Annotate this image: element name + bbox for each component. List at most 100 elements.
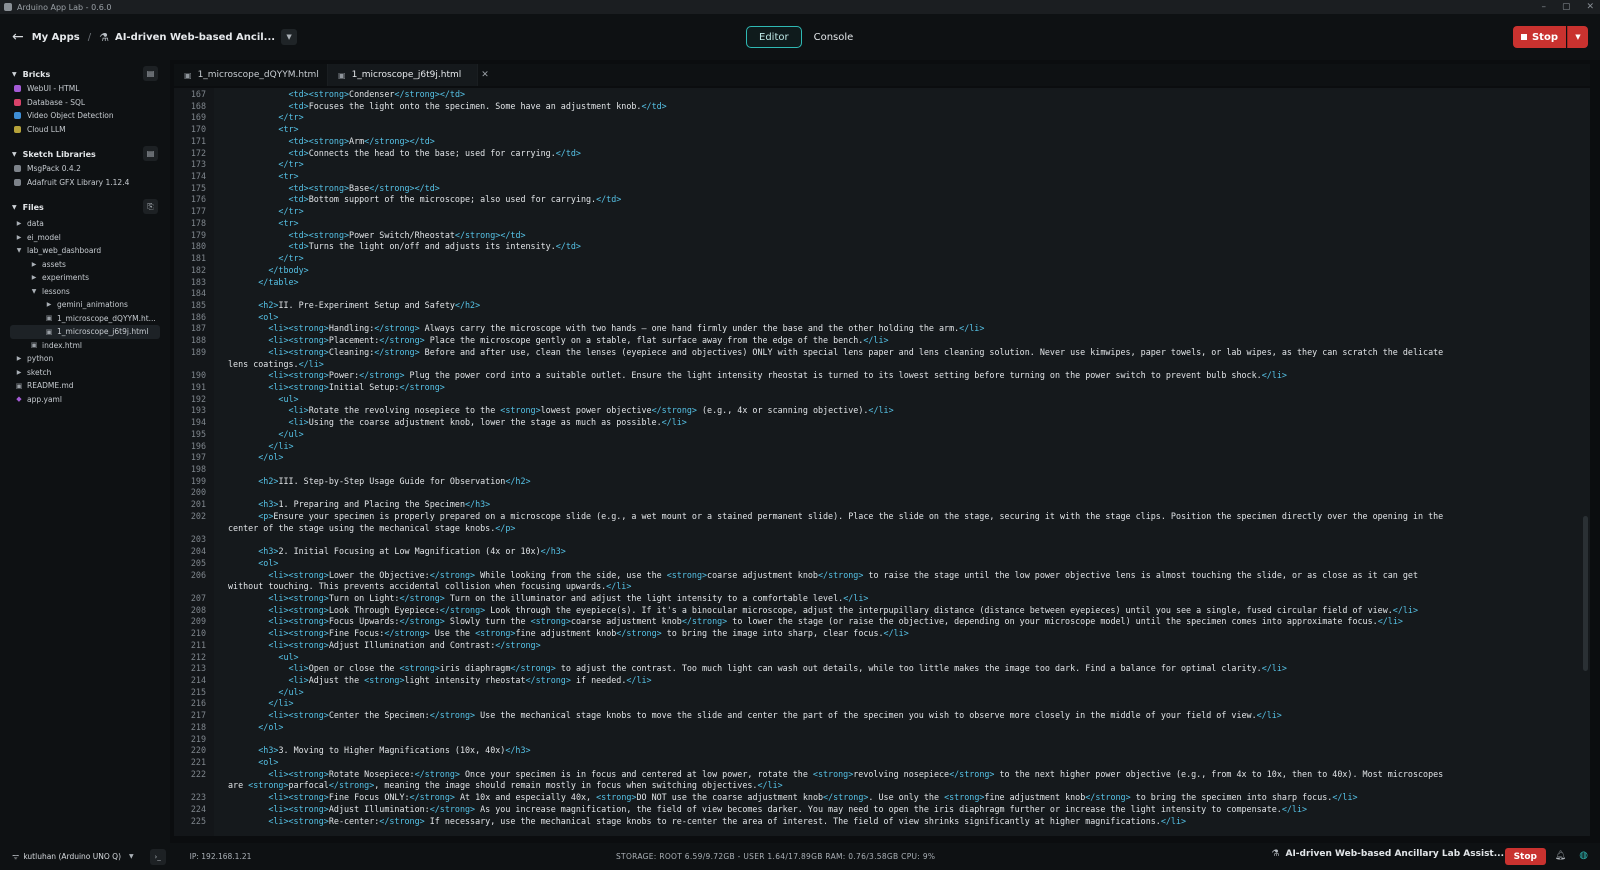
brick-label: Database - SQL bbox=[27, 97, 86, 107]
editor-tab[interactable]: ▣ 1_microscope_j6t9j.html ✕ bbox=[328, 64, 489, 86]
file-item[interactable]: ▣ index.html bbox=[0, 339, 170, 353]
code-text: <li><strong>Placement:</strong> Place th… bbox=[268, 335, 889, 346]
line-number: 200 bbox=[190, 487, 206, 498]
tree-label: app.yaml bbox=[27, 394, 62, 404]
bricks-title: Bricks bbox=[22, 69, 51, 79]
code-text: are <strong>parfocal</strong>, meaning t… bbox=[228, 780, 783, 791]
code-text: <h3>2. Initial Focusing at Low Magnifica… bbox=[258, 546, 566, 557]
close-window-icon[interactable]: ✕ bbox=[1586, 2, 1594, 12]
code-text: <li><strong>Fine Focus ONLY:</strong> At… bbox=[268, 792, 1358, 803]
folder-item[interactable]: ▼ lessons bbox=[0, 285, 170, 299]
stop-dropdown-button[interactable]: ▼ bbox=[1567, 26, 1588, 48]
line-number: 220 bbox=[190, 745, 206, 756]
line-number: 210 bbox=[190, 628, 206, 639]
globe-icon[interactable]: ◍ bbox=[1579, 850, 1588, 861]
add-file-button[interactable]: ⎘ bbox=[143, 199, 158, 214]
code-line: 188 <li><strong>Placement:</strong> Plac… bbox=[174, 335, 1580, 347]
code-text: </tr> bbox=[278, 159, 304, 170]
code-text: <tr> bbox=[278, 124, 299, 135]
code-editor[interactable]: 167 <td><strong>Condenser</strong></td> 1… bbox=[174, 88, 1590, 836]
code-text: </li> bbox=[268, 440, 294, 451]
stop-label: Stop bbox=[1531, 31, 1558, 43]
code-text: center of the stage using the mechanical… bbox=[228, 522, 516, 533]
library-label: MsgPack 0.4.2 bbox=[27, 164, 81, 174]
folder-item[interactable]: ▶ gemini_animations bbox=[0, 298, 170, 312]
brick-item[interactable]: Cloud LLM bbox=[0, 123, 170, 137]
line-number: 180 bbox=[190, 241, 206, 252]
code-line: 184 bbox=[174, 288, 1580, 300]
code-line: 171 <td><strong>Arm</strong></td> bbox=[174, 136, 1580, 148]
maximize-icon[interactable]: ▢ bbox=[1562, 2, 1571, 12]
folder-item[interactable]: ▶ python bbox=[0, 352, 170, 366]
code-text: <tr> bbox=[278, 217, 299, 228]
app-logo-icon bbox=[4, 3, 12, 11]
my-apps-link[interactable]: My Apps bbox=[32, 32, 80, 43]
code-line: 180 <td>Turns the light on/off and adjus… bbox=[174, 241, 1580, 253]
code-text: <li><strong>Turn on Light:</strong> Turn… bbox=[268, 592, 869, 603]
flask-icon: ⚗ bbox=[99, 30, 109, 44]
code-line: 176 <td>Bottom support of the microscope… bbox=[174, 194, 1580, 206]
library-item[interactable]: MsgPack 0.4.2 bbox=[0, 162, 170, 176]
line-number: 207 bbox=[190, 592, 206, 603]
tree-label: python bbox=[27, 354, 54, 364]
library-icon bbox=[14, 178, 21, 186]
app-dropdown-button[interactable]: ▼ bbox=[281, 29, 298, 45]
bell-icon[interactable]: 🔔︎ bbox=[1555, 851, 1566, 861]
bricks-section-header[interactable]: ▼ Bricks ▤ bbox=[0, 66, 170, 82]
tree-label: README.md bbox=[27, 381, 74, 391]
folder-item[interactable]: ▶ data bbox=[0, 217, 170, 231]
editor-tab[interactable]: ▣ 1_microscope_dQYYM.html bbox=[174, 64, 328, 86]
brick-label: WebUI - HTML bbox=[27, 84, 80, 94]
folder-item[interactable]: ▶ sketch bbox=[0, 366, 170, 380]
file-item[interactable]: ◆ app.yaml bbox=[0, 393, 170, 407]
close-tab-icon[interactable]: ✕ bbox=[481, 70, 489, 80]
code-text: <li><strong>Adjust Illumination:</strong… bbox=[268, 803, 1308, 814]
editor-scrollbar[interactable] bbox=[1583, 516, 1588, 671]
status-stop-button[interactable]: Stop bbox=[1504, 848, 1546, 865]
caret-right-icon: ▶ bbox=[16, 233, 22, 241]
libraries-section-header[interactable]: ▼ Sketch Libraries ▤ bbox=[0, 146, 170, 162]
code-text: <li><strong>Handling:</strong> Always ca… bbox=[268, 323, 985, 334]
file-icon: ▣ bbox=[184, 70, 192, 80]
file-item[interactable]: ▣ README.md bbox=[0, 379, 170, 393]
editor-tab-button[interactable]: Editor bbox=[746, 26, 802, 48]
back-arrow-icon[interactable]: ← bbox=[12, 29, 24, 45]
folder-item[interactable]: ▶ assets bbox=[0, 258, 170, 272]
brick-item[interactable]: Video Object Detection bbox=[0, 109, 170, 123]
file-item[interactable]: ▣ 1_microscope_j6t9j.html bbox=[10, 325, 160, 339]
code-text: <td>Connects the head to the base; used … bbox=[288, 147, 581, 158]
code-text: <li><strong>Initial Setup:</strong> bbox=[268, 382, 445, 392]
folder-item[interactable]: ▶ experiments bbox=[0, 271, 170, 285]
code-text: <p>Ensure your specimen is properly prep… bbox=[258, 510, 1444, 521]
library-item[interactable]: Adafruit GFX Library 1.12.4 bbox=[0, 176, 170, 190]
code-text: <li><strong>Adjust Illumination and Cont… bbox=[268, 639, 541, 650]
folder-item[interactable]: ▶ ei_model bbox=[0, 231, 170, 245]
brick-item[interactable]: Database - SQL bbox=[0, 96, 170, 110]
line-number: 203 bbox=[190, 534, 206, 545]
chevron-down-icon[interactable]: ▼ bbox=[129, 853, 134, 860]
file-item[interactable]: ▣ 1_microscope_dQYYM.ht... bbox=[0, 312, 170, 326]
code-line: 212 <ul> bbox=[174, 652, 1580, 664]
code-line: 216 </li> bbox=[174, 698, 1580, 710]
add-brick-button[interactable]: ▤ bbox=[143, 66, 158, 81]
code-text: <li><strong>Focus Upwards:</strong> Slow… bbox=[268, 616, 1403, 627]
minimize-icon[interactable]: – bbox=[1541, 2, 1546, 12]
folder-item[interactable]: ▼ lab_web_dashboard bbox=[0, 244, 170, 258]
window-titlebar: Arduino App Lab - 0.6.0 – ▢ ✕ bbox=[0, 0, 1600, 14]
brick-item[interactable]: WebUI - HTML bbox=[0, 82, 170, 96]
line-number: 167 bbox=[190, 89, 206, 99]
window-controls: – ▢ ✕ bbox=[1541, 0, 1594, 14]
device-name[interactable]: kutluhan (Arduino UNO Q) bbox=[23, 852, 121, 861]
app-name[interactable]: AI-driven Web-based Ancil... bbox=[115, 32, 275, 43]
line-number: 185 bbox=[190, 299, 206, 310]
console-tab-button[interactable]: Console bbox=[802, 26, 866, 48]
terminal-button[interactable]: ›_ bbox=[149, 848, 166, 865]
code-line: 210 <li><strong>Fine Focus:</strong> Use… bbox=[174, 628, 1580, 640]
line-number: 184 bbox=[190, 288, 206, 299]
stop-app-button[interactable]: Stop bbox=[1512, 26, 1566, 48]
code-line: 172 <td>Connects the head to the base; u… bbox=[174, 148, 1580, 160]
files-section-header[interactable]: ▼ Files ⎘ bbox=[0, 199, 170, 215]
resource-stats: STORAGE: ROOT 6.59/9.72GB - USER 1.64/17… bbox=[616, 852, 936, 861]
add-library-button[interactable]: ▤ bbox=[143, 146, 158, 161]
editor-tabs: ▣ 1_microscope_dQYYM.html ▣ 1_microscope_j6… bbox=[174, 64, 1590, 86]
